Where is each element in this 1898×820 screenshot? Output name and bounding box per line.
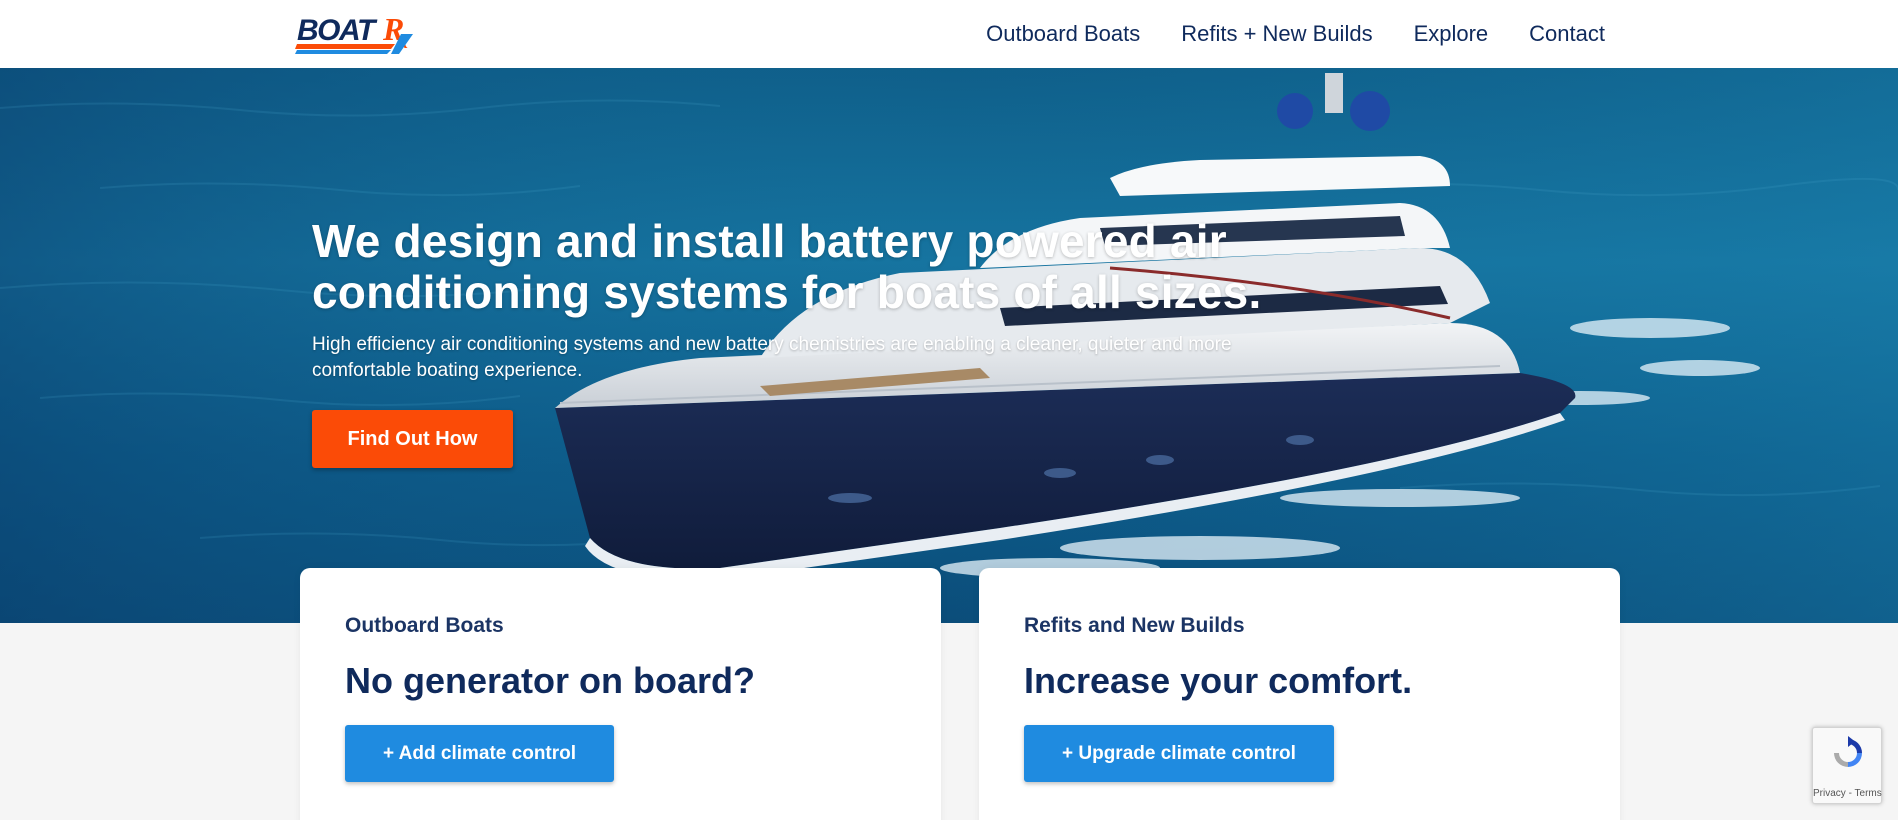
hero-section: We design and install battery powered ai… [0, 68, 1898, 623]
card-eyebrow: Refits and New Builds [1024, 614, 1245, 637]
hero-title-line-2: conditioning systems for boats of all si… [312, 266, 1262, 318]
upgrade-climate-control-button[interactable]: + Upgrade climate control [1024, 725, 1334, 782]
recaptcha-separator: - [1845, 788, 1855, 799]
site-header: BOAT R x Outboard Boats Refits + New Bui… [0, 0, 1898, 68]
card-title: No generator on board? [345, 660, 756, 701]
add-climate-control-button[interactable]: + Add climate control [345, 725, 615, 782]
hero-title-line-1: We design and install battery powered ai… [312, 215, 1227, 267]
recaptcha-terms-link[interactable]: Terms [1855, 788, 1882, 799]
recaptcha-icon [1834, 736, 1862, 767]
hero-subtitle: High efficiency air conditioning systems… [312, 334, 1232, 381]
nav-explore[interactable]: Explore [1414, 21, 1489, 47]
svg-text:BOAT: BOAT [297, 14, 378, 47]
hero-content: We design and install battery powered ai… [312, 216, 1312, 468]
recaptcha-links: Privacy - Terms [1813, 788, 1882, 799]
recaptcha-badge[interactable]: Privacy - Terms [1812, 727, 1882, 804]
recaptcha-privacy-link[interactable]: Privacy [1813, 788, 1846, 799]
card-title: Increase your comfort. [1024, 660, 1413, 701]
boatrx-logo-icon: BOAT R x [295, 11, 413, 54]
nav-refits-new-builds[interactable]: Refits + New Builds [1181, 21, 1372, 47]
card-outboard-boats: Outboard Boats No generator on board? + … [300, 568, 941, 820]
main-nav: Outboard Boats Refits + New Builds Explo… [986, 0, 1605, 68]
brand-logo[interactable]: BOAT R x [295, 10, 425, 56]
card-refits-new-builds: Refits and New Builds Increase your comf… [979, 568, 1620, 820]
card-eyebrow: Outboard Boats [345, 614, 504, 637]
nav-contact[interactable]: Contact [1529, 21, 1605, 47]
find-out-how-button[interactable]: Find Out How [312, 410, 513, 468]
hero-title: We design and install battery powered ai… [312, 216, 1312, 318]
nav-outboard-boats[interactable]: Outboard Boats [986, 21, 1140, 47]
